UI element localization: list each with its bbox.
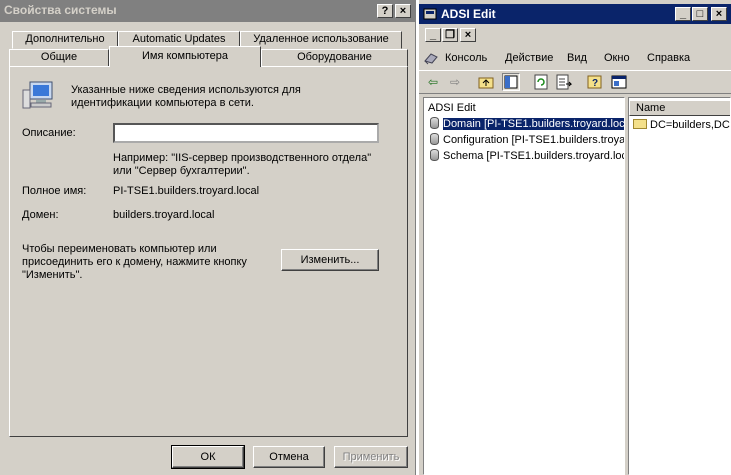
menu-action[interactable]: Действие: [505, 52, 553, 64]
close-button[interactable]: ×: [395, 4, 411, 18]
menu-help[interactable]: Справка: [647, 52, 690, 64]
rename-text-line1: Чтобы переименовать компьютер или: [22, 243, 217, 255]
adsi-app-icon: [423, 8, 437, 20]
tab-remote-label: Удаленное использование: [253, 33, 389, 45]
intro-text-line2: идентификации компьютера в сети.: [71, 97, 254, 109]
tab-hardware-label: Оборудование: [297, 51, 372, 63]
tab-computer-name[interactable]: Имя компьютера: [109, 46, 261, 67]
list-pane[interactable]: Name DC=builders,DC=troyard,DC=local: [628, 97, 731, 475]
example-line1: Например: "IIS-сервер производственного …: [113, 152, 372, 164]
mdi-minimize-icon: _: [429, 29, 437, 41]
adsi-close-icon: ×: [715, 8, 723, 20]
tree-item-schema[interactable]: Schema [PI-TSE1.builders.troyard.local]: [430, 148, 625, 164]
help-button[interactable]: ?: [377, 4, 393, 18]
toolbar: ⇦ ⇨ ?: [419, 70, 731, 94]
maximize-icon: □: [696, 8, 704, 20]
tab-general-label: Общие: [40, 51, 78, 63]
rename-text-line2: присоединить его к домену, нажмите кнопк…: [22, 256, 247, 268]
adsi-title: ADSI Edit: [441, 7, 496, 21]
minimize-button[interactable]: _: [675, 7, 691, 21]
folder-icon: [633, 119, 647, 129]
tab-advanced-label: Дополнительно: [25, 33, 105, 45]
back-icon[interactable]: ⇦: [424, 73, 442, 91]
help-icon[interactable]: ?: [586, 73, 604, 91]
full-name-value: PI-TSE1.builders.troyard.local: [113, 185, 260, 197]
close-icon: ×: [399, 5, 407, 17]
description-label-text: Описание:: [22, 127, 76, 139]
mdi-restore-icon: ❐: [445, 29, 455, 41]
forward-icon[interactable]: ⇨: [446, 73, 464, 91]
mdi-minimize-button[interactable]: _: [425, 28, 441, 42]
tree-pane[interactable]: ADSI Edit Domain [PI-TSE1.builders.troya…: [423, 97, 625, 475]
mdi-restore-button[interactable]: ❐: [442, 28, 458, 42]
menu-window[interactable]: Окно: [604, 52, 630, 64]
menu-bar: Консоль Действие Вид Окно Справка: [419, 48, 731, 68]
domain-label: Домен:: [22, 209, 59, 221]
cancel-button[interactable]: Отмена: [253, 446, 325, 468]
refresh-icon[interactable]: [532, 73, 550, 91]
tab-general[interactable]: Общие: [9, 49, 109, 67]
list-item-label: DC=builders,DC=troyard,DC=local: [650, 119, 731, 131]
cancel-button-label: Отмена: [269, 451, 309, 463]
tree-item-schema-label: Schema [PI-TSE1.builders.troyard.local]: [443, 150, 625, 162]
adsi-close-button[interactable]: ×: [711, 7, 727, 21]
tree-item-domain-label: Domain [PI-TSE1.builders.troyard.local]: [443, 118, 624, 130]
tree-item-configuration[interactable]: Configuration [PI-TSE1.builders.troyard.…: [430, 132, 625, 148]
apply-button-label: Применить: [342, 451, 400, 463]
tree-root[interactable]: ADSI Edit: [428, 100, 476, 116]
database-icon: [430, 133, 439, 145]
ok-button[interactable]: ОК: [171, 445, 245, 469]
adsi-edit-window: ADSI Edit _ □ × _ ❐ × Консоль Действие В…: [419, 0, 731, 475]
domain-value: builders.troyard.local: [113, 209, 215, 221]
change-button[interactable]: Изменить...: [281, 249, 379, 271]
rename-text-line3: "Изменить".: [22, 269, 83, 281]
menu-view[interactable]: Вид: [567, 52, 587, 64]
full-name-label: Полное имя:: [22, 185, 87, 197]
tab-automatic-updates-label: Automatic Updates: [132, 33, 226, 45]
intro-text-line1: Указанные ниже сведения используются для: [71, 84, 301, 96]
dialog-title: Свойства системы: [4, 3, 117, 17]
database-icon: [430, 149, 439, 161]
minimize-icon: _: [679, 8, 687, 20]
tree-item-configuration-label: Configuration [PI-TSE1.builders.troyard.…: [443, 134, 625, 146]
column-header-name-label: Name: [636, 102, 666, 114]
maximize-button[interactable]: □: [692, 7, 708, 21]
tree-root-label: ADSI Edit: [428, 102, 476, 114]
system-properties-dialog: Свойства системы ? × Дополнительно Autom…: [0, 0, 415, 475]
tab-hardware[interactable]: Оборудование: [261, 49, 408, 67]
computer-icon: [22, 81, 53, 109]
menu-console[interactable]: Консоль: [445, 52, 487, 64]
up-folder-icon[interactable]: [477, 73, 495, 91]
mdi-bar: _ ❐ ×: [419, 26, 731, 44]
list-item[interactable]: DC=builders,DC=troyard,DC=local: [633, 117, 731, 133]
database-icon: [430, 117, 439, 129]
tab-advanced[interactable]: Дополнительно: [12, 31, 118, 49]
mdi-close-button[interactable]: ×: [460, 28, 476, 42]
tab-panel-computer-name: Указанные ниже сведения используются для…: [9, 66, 408, 437]
example-line2: или "Сервер бухгалтерии".: [113, 165, 250, 177]
tab-remote[interactable]: Удаленное использование: [240, 31, 402, 49]
dialog-title-bar[interactable]: Свойства системы ? ×: [0, 0, 415, 22]
description-input[interactable]: [113, 123, 379, 143]
change-button-label: Изменить...: [300, 254, 360, 266]
ok-button-label: ОК: [200, 451, 216, 463]
mdi-close-icon: ×: [464, 29, 472, 41]
tab-computer-name-label: Имя компьютера: [141, 50, 229, 62]
help-icon: ?: [381, 5, 389, 17]
export-list-icon[interactable]: [555, 73, 573, 91]
description-label: Описание:: [22, 127, 76, 139]
svg-text:?: ?: [592, 78, 598, 89]
properties-icon[interactable]: [610, 73, 628, 91]
adsi-title-bar[interactable]: ADSI Edit _ □ ×: [419, 4, 731, 24]
show-hide-tree-icon[interactable]: [502, 73, 520, 91]
apply-button[interactable]: Применить: [334, 446, 408, 468]
column-header-name[interactable]: Name: [629, 100, 730, 116]
tree-item-domain[interactable]: Domain [PI-TSE1.builders.troyard.local]: [430, 116, 624, 132]
console-menu-icon: [424, 53, 438, 65]
